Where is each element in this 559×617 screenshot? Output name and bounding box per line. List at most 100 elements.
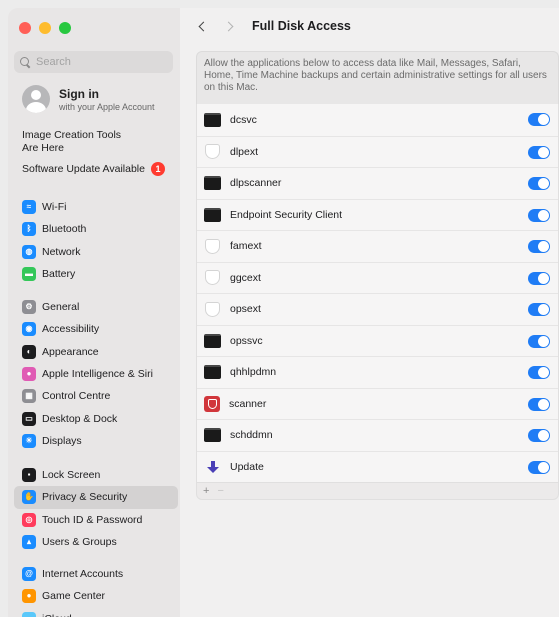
- close-button[interactable]: [19, 22, 31, 34]
- sidebar-item-accessibility[interactable]: ◉ Accessibility: [14, 318, 178, 340]
- access-toggle[interactable]: [528, 113, 550, 126]
- app-name: schddmn: [230, 429, 273, 442]
- app-name: opssvc: [230, 334, 263, 347]
- software-update-item[interactable]: Software Update Available 1: [22, 162, 165, 176]
- access-toggle[interactable]: [528, 177, 550, 190]
- app-name: dcsvc: [230, 113, 257, 126]
- access-toggle[interactable]: [528, 145, 550, 159]
- access-toggle[interactable]: [528, 460, 550, 474]
- terminal-icon: [204, 365, 221, 380]
- chevron-left-icon: [198, 21, 209, 31]
- sidebar-item-users-groups[interactable]: ▴ Users & Groups: [14, 531, 178, 553]
- scanner-app-icon: [204, 395, 220, 412]
- list-footer: + −: [196, 482, 559, 500]
- access-toggle[interactable]: [528, 366, 550, 379]
- sidebar-item-displays[interactable]: ☀ Displays: [14, 430, 178, 452]
- sidebar-item-battery[interactable]: ▬ Battery: [14, 263, 178, 285]
- sidebar-item-game-center[interactable]: ● Game Center: [14, 585, 178, 607]
- terminal-icon: [204, 112, 221, 127]
- search-field[interactable]: [14, 51, 173, 73]
- sidebar-item-control-centre[interactable]: ▦ Control Centre: [14, 385, 178, 407]
- app-row[interactable]: opssvc: [197, 324, 558, 357]
- app-row[interactable]: Endpoint Security Client: [197, 198, 558, 231]
- sidebar-item-label: Accessibility: [42, 323, 100, 336]
- sidebar-item-bluetooth[interactable]: ᛒ Bluetooth: [14, 218, 178, 240]
- sidebar-item-apple-intelligence-siri[interactable]: ● Apple Intelligence & Siri: [14, 363, 178, 385]
- app-name: dlpscanner: [230, 177, 282, 190]
- access-toggle[interactable]: [528, 208, 550, 222]
- app-name: scanner: [229, 397, 267, 410]
- sidebar-item-wi-fi[interactable]: ≈ Wi-Fi: [14, 196, 178, 218]
- minimize-button[interactable]: [39, 22, 51, 34]
- access-toggle[interactable]: [528, 334, 550, 348]
- sidebar-item-label: Users & Groups: [42, 536, 117, 549]
- signin-title: Sign in: [59, 86, 99, 101]
- app-row[interactable]: famext: [197, 230, 558, 262]
- add-app-button[interactable]: +: [203, 485, 209, 497]
- cloud-icon: ☁: [22, 611, 36, 617]
- sidebar-item-label: iCloud: [42, 613, 72, 617]
- download-arrow-icon: [206, 460, 220, 474]
- sidebar-item-network[interactable]: ◍ Network: [14, 241, 178, 263]
- promo-line-2: Are Here: [22, 142, 65, 154]
- main-pane: Full Disk Access Allow the applications …: [180, 8, 559, 617]
- app-name: Endpoint Security Client: [230, 208, 343, 221]
- app-row[interactable]: scanner: [197, 387, 558, 420]
- terminal-icon: [204, 428, 221, 443]
- promo-line-1: Image Creation Tools: [22, 129, 122, 141]
- update-badge: 1: [150, 162, 165, 176]
- sidebar-item-label: Battery: [42, 268, 76, 281]
- sidebar-item-general[interactable]: ⚙ General: [14, 296, 178, 318]
- app-row[interactable]: dlpscanner: [197, 167, 558, 199]
- game-center-icon: ●: [22, 589, 36, 604]
- wifi-icon: ≈: [22, 200, 36, 215]
- sidebar-item-touch-id-password[interactable]: ◎ Touch ID & Password: [14, 509, 178, 531]
- apple-account-signin[interactable]: Sign in with your Apple Account: [22, 85, 155, 113]
- image-tools-promo[interactable]: Image Creation Tools Are Here: [22, 129, 121, 155]
- app-name: qhhlpdmn: [230, 366, 277, 379]
- sidebar-item-appearance[interactable]: ◐ Appearance: [14, 341, 178, 363]
- terminal-icon: [204, 207, 221, 222]
- sidebar-item-internet-accounts[interactable]: @ Internet Accounts: [14, 563, 178, 585]
- app-row[interactable]: opsext: [197, 293, 558, 325]
- back-button[interactable]: [192, 16, 212, 36]
- zoom-button[interactable]: [59, 22, 71, 34]
- access-toggle[interactable]: [528, 429, 550, 442]
- shield-icon: [205, 270, 220, 286]
- app-row[interactable]: qhhlpdmn: [197, 356, 558, 388]
- app-row[interactable]: schddmn: [197, 419, 558, 451]
- bluetooth-icon: ᛒ: [22, 222, 36, 237]
- search-input[interactable]: [36, 56, 166, 68]
- sidebar-item-icloud[interactable]: ☁ iCloud: [14, 608, 178, 617]
- toolbar: Full Disk Access: [180, 8, 559, 44]
- app-row[interactable]: dcsvc: [197, 104, 558, 136]
- accessibility-icon: ◉: [22, 322, 36, 337]
- access-toggle[interactable]: [528, 303, 550, 316]
- full-disk-access-panel: Allow the applications below to access d…: [196, 51, 559, 500]
- app-name: Update: [230, 460, 264, 473]
- app-row[interactable]: dlpext: [197, 135, 558, 168]
- app-row[interactable]: Update: [197, 450, 558, 483]
- sidebar-item-label: Game Center: [42, 590, 106, 603]
- app-row[interactable]: ggcext: [197, 261, 558, 294]
- sidebar-item-label: Wi-Fi: [42, 201, 67, 214]
- siri-icon: ●: [22, 367, 36, 382]
- control-centre-icon: ▦: [22, 389, 36, 404]
- sidebar-item-desktop-dock[interactable]: ▭ Desktop & Dock: [14, 407, 178, 429]
- sidebar: Sign in with your Apple Account Image Cr…: [8, 8, 180, 617]
- sidebar-item-label: Network: [42, 245, 81, 258]
- app-name: opsext: [230, 303, 261, 316]
- sidebar-item-privacy-security[interactable]: ✋ Privacy & Security: [14, 486, 178, 509]
- sidebar-group-connectivity: ≈ Wi-Fi ᛒ Bluetooth ◍ Network ▬ Battery: [14, 196, 178, 285]
- terminal-icon: [204, 176, 221, 191]
- remove-app-button[interactable]: −: [217, 485, 223, 497]
- dock-icon: ▭: [22, 411, 36, 426]
- access-toggle[interactable]: [528, 397, 550, 411]
- software-update-label: Software Update Available: [22, 163, 145, 175]
- forward-button[interactable]: [220, 16, 240, 36]
- access-toggle[interactable]: [528, 240, 550, 253]
- sidebar-item-label: Desktop & Dock: [42, 412, 118, 425]
- access-toggle[interactable]: [528, 271, 550, 285]
- sidebar-item-lock-screen[interactable]: ▪ Lock Screen: [14, 464, 178, 486]
- sidebar-group-accounts: @ Internet Accounts ● Game Center ☁ iCloud: [14, 563, 178, 617]
